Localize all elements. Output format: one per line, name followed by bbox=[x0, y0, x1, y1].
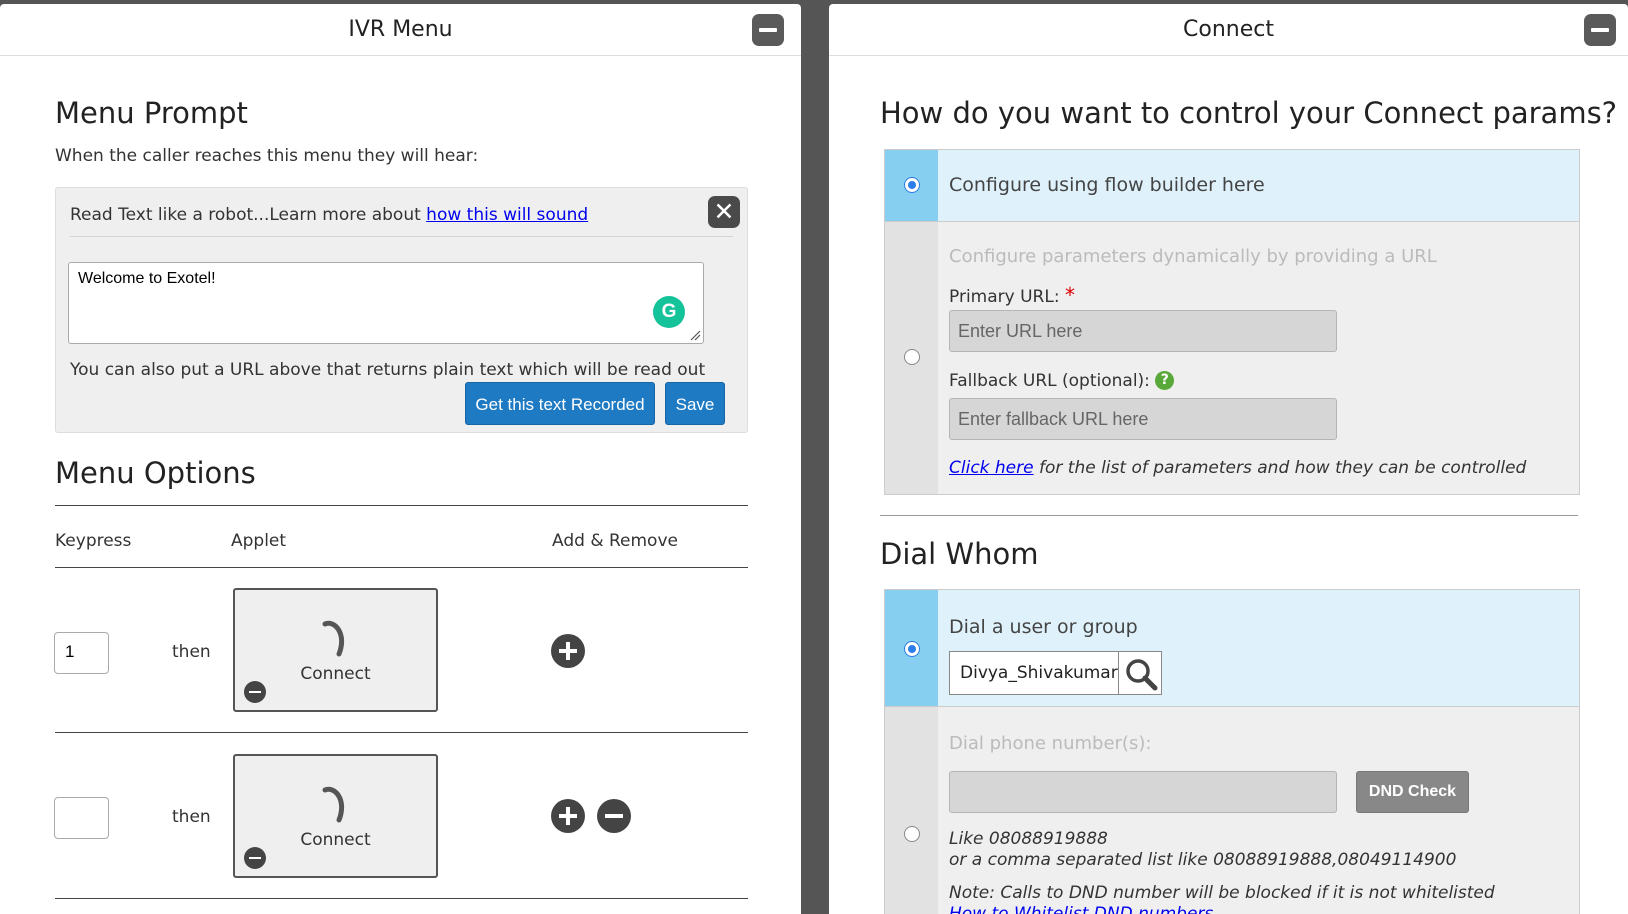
phone-hint-1: Like 08088919888 bbox=[949, 829, 1108, 849]
read-text-line: Read Text like a robot...Learn more abou… bbox=[70, 205, 588, 225]
remove-applet-icon[interactable] bbox=[244, 847, 266, 869]
required-mark: * bbox=[1064, 283, 1075, 307]
search-icon bbox=[1126, 659, 1158, 691]
whitelist-dnd-link[interactable]: How to Whitelist DND numbers bbox=[949, 904, 1213, 914]
ivr-menu-title: IVR Menu bbox=[348, 17, 453, 42]
prompt-textarea[interactable]: Welcome to Exotel! G bbox=[68, 262, 704, 344]
add-option-icon[interactable] bbox=[551, 799, 585, 833]
phone-number-input[interactable] bbox=[949, 771, 1337, 813]
table-header-rule bbox=[55, 567, 748, 568]
read-text-box: Read Text like a robot...Learn more abou… bbox=[55, 187, 748, 433]
collapse-icon[interactable] bbox=[1584, 14, 1616, 46]
connect-applet[interactable]: Connect bbox=[233, 588, 438, 712]
applet-label: Connect bbox=[300, 830, 371, 850]
search-button[interactable] bbox=[1118, 651, 1162, 695]
primary-url-label: Primary URL: * bbox=[949, 283, 1075, 307]
radio-column bbox=[885, 707, 938, 914]
grammarly-icon[interactable]: G bbox=[653, 296, 685, 328]
flow-builder-radio[interactable] bbox=[904, 177, 920, 193]
record-text-button[interactable]: Get this text Recorded bbox=[465, 382, 655, 425]
dial-phone-radio[interactable] bbox=[904, 826, 920, 842]
dnd-check-button[interactable]: DND Check bbox=[1356, 771, 1469, 813]
radio-column bbox=[885, 150, 938, 221]
dial-phone-label: Dial phone number(s): bbox=[949, 733, 1152, 754]
flow-builder-label: Configure using flow builder here bbox=[949, 174, 1265, 196]
fallback-url-input[interactable]: Enter fallback URL here bbox=[949, 398, 1337, 440]
parameters-note: Click here for the list of parameters an… bbox=[949, 458, 1526, 478]
user-group-input[interactable]: Divya_Shivakumar bbox=[949, 651, 1119, 695]
ivr-menu-header: IVR Menu bbox=[0, 4, 801, 56]
connect-panel: Connect How do you want to control your … bbox=[829, 4, 1628, 914]
parameters-note-text: for the list of parameters and how they … bbox=[1033, 458, 1527, 478]
column-keypress: Keypress bbox=[55, 531, 132, 551]
option-dial-phone[interactable]: Dial phone number(s): DND Check Like 080… bbox=[885, 707, 1579, 914]
remove-applet-icon[interactable] bbox=[244, 681, 266, 703]
resize-grip-icon[interactable] bbox=[689, 329, 701, 341]
read-text-prefix: Read Text like a robot...Learn more abou… bbox=[70, 205, 427, 225]
dial-user-radio[interactable] bbox=[904, 641, 920, 657]
connect-header: Connect bbox=[829, 4, 1628, 56]
option-dial-user[interactable]: Dial a user or group Divya_Shivakumar bbox=[885, 590, 1579, 707]
close-icon[interactable]: ✕ bbox=[708, 196, 740, 228]
prompt-text-value: Welcome to Exotel! bbox=[78, 270, 216, 287]
add-option-icon[interactable] bbox=[551, 634, 585, 668]
divider bbox=[70, 236, 733, 237]
row-rule bbox=[55, 898, 748, 899]
primary-url-label-text: Primary URL: bbox=[949, 287, 1060, 307]
option-flow-builder[interactable]: Configure using flow builder here bbox=[885, 150, 1579, 222]
section-divider bbox=[880, 515, 1578, 516]
column-applet: Applet bbox=[231, 531, 287, 551]
dnd-note: Note: Calls to DND number will be blocke… bbox=[949, 883, 1495, 903]
then-label: then bbox=[172, 807, 211, 827]
fallback-url-label-text: Fallback URL (optional): bbox=[949, 371, 1150, 391]
help-icon[interactable]: ? bbox=[1155, 371, 1175, 390]
menu-options-heading: Menu Options bbox=[55, 456, 256, 490]
primary-url-input[interactable]: Enter URL here bbox=[949, 310, 1337, 352]
save-button[interactable]: Save bbox=[665, 382, 725, 425]
phone-icon bbox=[322, 620, 345, 657]
option-dynamic-url[interactable]: Configure parameters dynamically by prov… bbox=[885, 222, 1579, 494]
dynamic-url-radio[interactable] bbox=[904, 349, 920, 365]
keypress-input[interactable]: 1 bbox=[54, 632, 109, 674]
radio-column bbox=[885, 590, 938, 706]
dial-user-label: Dial a user or group bbox=[949, 616, 1138, 638]
radio-column bbox=[885, 222, 938, 494]
menu-prompt-subtext: When the caller reaches this menu they w… bbox=[55, 146, 479, 166]
ivr-menu-panel: IVR Menu Menu Prompt When the caller rea… bbox=[0, 4, 801, 914]
connect-title: Connect bbox=[1183, 17, 1274, 42]
fallback-url-label: Fallback URL (optional): ? bbox=[949, 371, 1175, 391]
phone-hint-2: or a comma separated list like 080889198… bbox=[949, 850, 1457, 870]
menu-prompt-heading: Menu Prompt bbox=[55, 96, 248, 130]
url-note: You can also put a URL above that return… bbox=[70, 360, 706, 380]
column-add-remove: Add & Remove bbox=[552, 531, 678, 551]
dial-options: Dial a user or group Divya_Shivakumar Di… bbox=[884, 589, 1580, 914]
applet-label: Connect bbox=[300, 664, 371, 684]
how-this-will-sound-link[interactable]: how this will sound bbox=[426, 205, 588, 225]
params-heading: How do you want to control your Connect … bbox=[880, 96, 1618, 130]
phone-icon bbox=[322, 786, 345, 823]
click-here-link[interactable]: Click here bbox=[949, 458, 1034, 478]
collapse-icon[interactable] bbox=[752, 14, 784, 46]
whitelist-note: How to Whitelist DND numbers bbox=[949, 904, 1213, 914]
remove-option-icon[interactable] bbox=[597, 799, 631, 833]
dial-whom-heading: Dial Whom bbox=[880, 537, 1039, 571]
then-label: then bbox=[172, 642, 211, 662]
table-top-rule bbox=[55, 505, 748, 506]
connect-applet[interactable]: Connect bbox=[233, 754, 438, 878]
dynamic-url-label: Configure parameters dynamically by prov… bbox=[949, 246, 1437, 267]
row-rule bbox=[55, 732, 748, 733]
keypress-input[interactable] bbox=[54, 797, 109, 839]
params-options: Configure using flow builder here Config… bbox=[884, 149, 1580, 495]
